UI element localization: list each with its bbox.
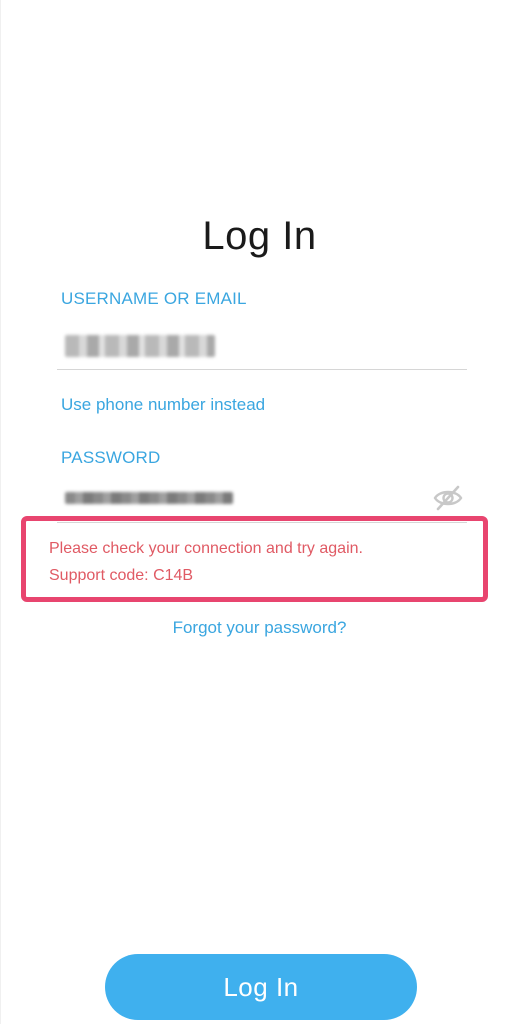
forgot-password-link[interactable]: Forgot your password? (1, 618, 517, 638)
login-screen: Log In USERNAME OR EMAIL Use phone numbe… (0, 0, 517, 1024)
eye-slash-icon[interactable] (433, 484, 463, 512)
username-field[interactable] (57, 325, 467, 370)
login-button[interactable]: Log In (105, 954, 417, 1020)
password-value-masked (65, 492, 233, 504)
error-message: Please check your connection and try aga… (49, 540, 363, 557)
password-label: PASSWORD (61, 448, 161, 467)
error-highlight-box (21, 516, 488, 602)
use-phone-number-link[interactable]: Use phone number instead (61, 395, 265, 415)
error-support-code: Support code: C14B (49, 567, 194, 584)
page-title: Log In (202, 214, 317, 258)
username-label: USERNAME OR EMAIL (61, 289, 247, 308)
username-value-redacted (65, 335, 215, 357)
